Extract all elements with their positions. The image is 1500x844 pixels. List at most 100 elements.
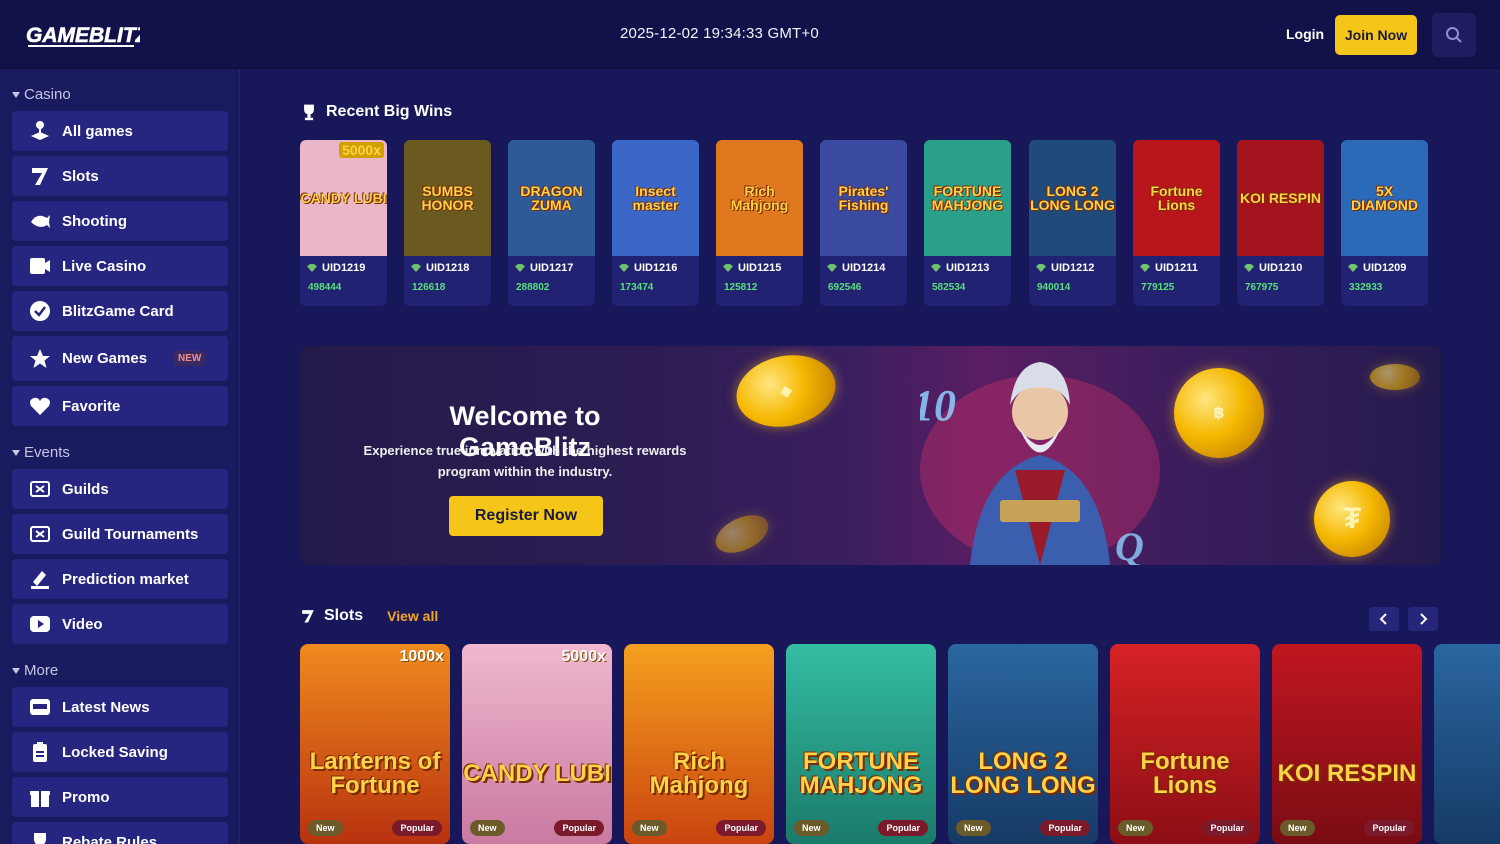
game-title: CANDY LUBI [463, 760, 611, 787]
sidebar-item-favorite[interactable]: Favorite [12, 386, 228, 426]
slots-next-button[interactable] [1408, 607, 1438, 631]
gem-icon [515, 264, 525, 272]
win-amount: 173474 [620, 282, 654, 293]
win-amount: 692546 [828, 282, 862, 293]
sidebar-item-all-games[interactable]: All games [12, 111, 228, 151]
sidebar-item-new-games[interactable]: New Games NEW [12, 336, 228, 381]
game-title: Fortune Lions [1150, 183, 1203, 213]
view-all-link[interactable]: View all [387, 608, 438, 624]
slots-header: Slots View all [300, 607, 438, 625]
recent-win-card[interactable]: Rich Mahjong UID1215 125812 [716, 140, 803, 306]
recent-win-card[interactable]: SUMBS HONOR UID1218 126618 [404, 140, 491, 306]
news-icon [28, 695, 52, 719]
slot-game-card[interactable]: FORTUNE MAHJONG New Popular [786, 644, 936, 844]
game-title: LONG 2 LONG LONG [950, 748, 1096, 799]
casino-section-title[interactable]: Casino [12, 86, 71, 103]
sidebar-item-label: Latest News [62, 698, 150, 716]
slot-game-card[interactable]: 5000x CANDY LUBI New Popular [462, 644, 612, 844]
sidebar-item-label: Favorite [62, 397, 121, 415]
join-now-button[interactable]: Join Now [1335, 15, 1417, 55]
recent-win-card[interactable]: Fortune Lions UID1211 779125 [1133, 140, 1220, 306]
chevron-left-icon [1379, 613, 1387, 625]
sidebar-item-live-casino[interactable]: Live Casino [12, 246, 228, 286]
sidebar-item-guilds[interactable]: Guilds [12, 469, 228, 509]
winner-uid: UID1215 [723, 262, 803, 274]
recent-win-card[interactable]: FORTUNE MAHJONG UID1213 582534 [924, 140, 1011, 306]
uid-text: UID1213 [946, 262, 990, 274]
sidebar-item-label: All games [62, 122, 133, 140]
heart-icon [28, 394, 52, 418]
game-thumbnail: Pirates' Fishing [820, 140, 907, 256]
game-title: KOI RESPIN [1240, 190, 1321, 206]
caret-down-icon [12, 667, 20, 674]
more-section-title[interactable]: More [12, 662, 58, 679]
coin-icon: ₮ [1314, 481, 1390, 557]
multiplier-tag: 5000x [561, 648, 607, 665]
sidebar-item-promo[interactable]: Promo [12, 777, 228, 817]
sidebar-item-label: Rebate Rules [62, 833, 158, 844]
gem-icon [307, 264, 317, 272]
events-section-title[interactable]: Events [12, 444, 70, 461]
recent-win-card[interactable]: CANDY LUBI 5000x UID1219 498444 [300, 140, 387, 306]
game-title: LONG 2 LONG LONG [1030, 183, 1115, 213]
recent-win-card[interactable]: 5X DIAMOND UID1209 332933 [1341, 140, 1428, 306]
recent-win-card[interactable]: DRAGON ZUMA UID1217 288802 [508, 140, 595, 306]
casino-title-label: Casino [24, 86, 71, 103]
slots-prev-button[interactable] [1369, 607, 1399, 631]
sidebar-item-guild-tournaments[interactable]: Guild Tournaments [12, 514, 228, 554]
sidebar-item-rebate-rules[interactable]: Rebate Rules [12, 822, 228, 844]
game-title: FORTUNE MAHJONG [799, 748, 923, 799]
sidebar: Casino All games Slots Shooting Live Cas… [0, 69, 240, 844]
slot-game-card[interactable]: 1000x Lanterns of Fortune New Popular [300, 644, 450, 844]
sidebar-item-blitzgame-card[interactable]: BlitzGame Card [12, 291, 228, 331]
star-icon [28, 347, 52, 371]
sidebar-item-label: Video [62, 615, 103, 633]
slot-game-card-partial[interactable] [1434, 644, 1500, 844]
check-circle-icon [28, 299, 52, 323]
more-title-label: More [24, 662, 59, 679]
uid-text: UID1216 [634, 262, 678, 274]
recent-win-card[interactable]: KOI RESPIN UID1210 767975 [1237, 140, 1324, 306]
winner-uid: UID1217 [515, 262, 595, 274]
recent-win-card[interactable]: Insect master UID1216 173474 [612, 140, 699, 306]
new-badge: New [956, 820, 991, 836]
popular-badge: Popular [716, 820, 766, 836]
win-amount: 940014 [1037, 282, 1071, 293]
new-badge: New [1280, 820, 1315, 836]
slot-game-card[interactable]: KOI RESPIN New Popular [1272, 644, 1422, 844]
game-title: Rich Mahjong [649, 748, 749, 799]
sidebar-item-label: Prediction market [62, 570, 189, 588]
uid-text: UID1209 [1363, 262, 1407, 274]
sidebar-item-slots[interactable]: Slots [12, 156, 228, 196]
game-thumbnail: KOI RESPIN [1237, 140, 1324, 256]
slots-title: Slots [324, 607, 364, 624]
login-button[interactable]: Login [1286, 26, 1324, 42]
sidebar-item-latest-news[interactable]: Latest News [12, 687, 228, 727]
sidebar-item-video[interactable]: Video [12, 604, 228, 644]
popular-badge: Popular [554, 820, 604, 836]
ticket-icon [28, 477, 52, 501]
game-title: Lanterns of Fortune [309, 748, 441, 799]
uid-text: UID1219 [322, 262, 366, 274]
slot-seven-icon [28, 164, 52, 188]
svg-text:10: 10 [920, 381, 956, 430]
slot-game-card[interactable]: LONG 2 LONG LONG New Popular [948, 644, 1098, 844]
sidebar-item-shooting[interactable]: Shooting [12, 201, 228, 241]
game-thumbnail: Insect master [612, 140, 699, 256]
sidebar-item-prediction-market[interactable]: Prediction market [12, 559, 228, 599]
recent-win-card[interactable]: LONG 2 LONG LONG UID1212 940014 [1029, 140, 1116, 306]
slot-game-card[interactable]: Fortune Lions New Popular [1110, 644, 1260, 844]
gem-icon [1348, 264, 1358, 272]
sidebar-item-label: Guilds [62, 480, 109, 498]
register-now-button[interactable]: Register Now [449, 496, 603, 536]
winner-uid: UID1211 [1140, 262, 1220, 274]
game-title: Fortune Lions [1140, 748, 1230, 799]
slot-game-card[interactable]: Rich Mahjong New Popular [624, 644, 774, 844]
trophy-icon [28, 830, 52, 844]
uid-text: UID1214 [842, 262, 886, 274]
recent-win-card[interactable]: Pirates' Fishing UID1214 692546 [820, 140, 907, 306]
gameblitz-logo[interactable]: GAMEBLITZ [24, 16, 150, 54]
game-title: Insect master [632, 183, 679, 213]
search-button[interactable] [1432, 13, 1476, 57]
sidebar-item-locked-saving[interactable]: Locked Saving [12, 732, 228, 772]
